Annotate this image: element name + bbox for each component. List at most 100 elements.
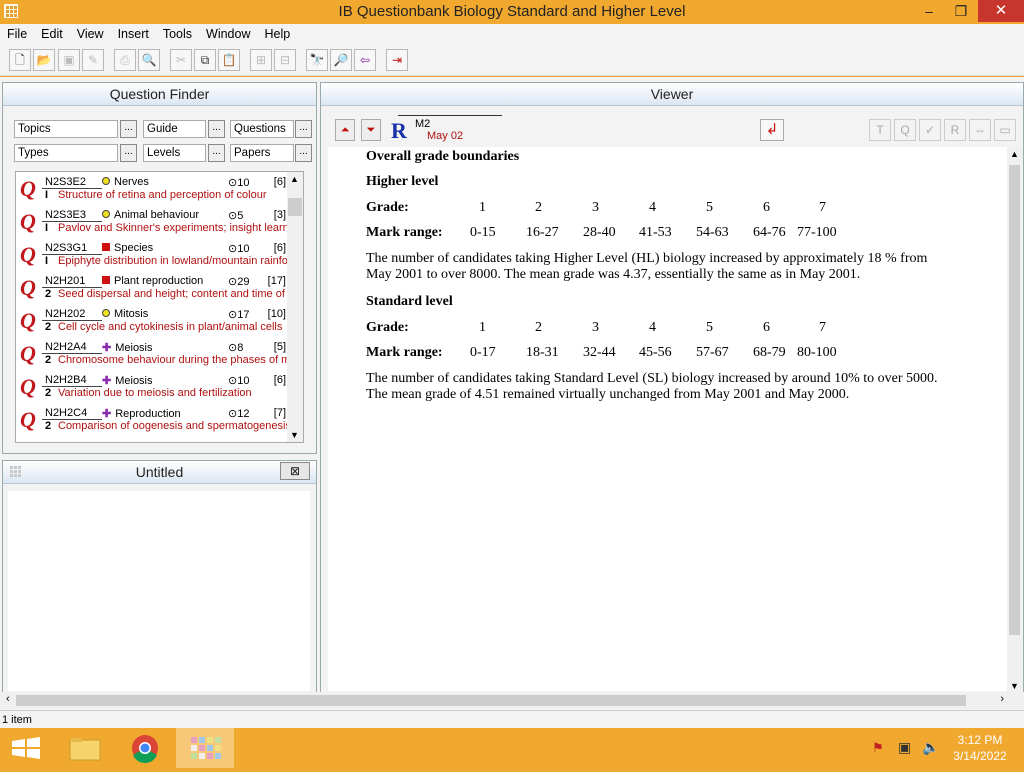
scroll-left-icon[interactable]: ‹ (6, 693, 10, 705)
questions-browse-button[interactable]: ... (295, 120, 312, 138)
range-cell: 0-15 (470, 225, 496, 240)
question-time: ⊙10 (228, 375, 250, 387)
menu-file[interactable]: File (0, 24, 34, 44)
back-arrow-icon[interactable]: ⇦ (354, 49, 376, 71)
open-icon[interactable]: 📂 (33, 49, 55, 71)
grade-cell: 5 (706, 320, 713, 335)
scroll-up-icon[interactable]: ▲ (290, 174, 299, 184)
question-marks: [3] (273, 209, 286, 221)
horizontal-scrollbar[interactable]: ‹ › (0, 692, 1024, 709)
types-browse-button[interactable]: ... (120, 144, 137, 162)
guide-browse-button[interactable]: ... (208, 120, 225, 138)
untitled-title-bar: Untitled ⊠ (3, 461, 316, 484)
list-item[interactable]: Q N2H2A4 ✚ Meiosis ⊙8 [5] 2 Chromosome behaviou… (16, 339, 288, 372)
scroll-thumb[interactable] (288, 198, 302, 216)
topics-browse-button[interactable]: ... (120, 120, 137, 138)
menu-view[interactable]: View (70, 24, 111, 44)
scroll-down-icon[interactable]: ▼ (290, 430, 299, 440)
close-button[interactable]: ✕ (978, 0, 1024, 22)
next-down-icon[interactable]: ⏷ (361, 119, 381, 141)
menu-insert[interactable]: Insert (111, 24, 156, 44)
topic-label: Plant reproduction (114, 275, 204, 287)
toolbar: 🗋 📂 ▣ ✎ ⎙ 🔍 ✂ ⧉ 📋 ⊞ ⊟ 🔭 🔎 ⇦ ⇥ (0, 44, 1024, 76)
new-icon[interactable]: 🗋 (9, 49, 31, 71)
viewer-scroll-up-icon[interactable]: ▲ (1010, 149, 1019, 159)
resize-icon[interactable]: ⇔ (969, 119, 991, 141)
start-button[interactable] (0, 728, 58, 768)
clock-time[interactable]: 3:12 PM (946, 733, 1014, 747)
papers-browse-button[interactable]: ... (295, 144, 312, 162)
list-item[interactable]: Q N2H201 Plant reproduction ⊙29 [17] 2 Seed di… (16, 273, 288, 306)
paste-icon[interactable]: 📋 (218, 49, 240, 71)
viewer-scrollbar[interactable]: ▲ ▼ (1007, 147, 1022, 693)
topic-label: Animal behaviour (114, 209, 199, 221)
topics-filter[interactable]: Topics (14, 120, 118, 138)
restore-button[interactable]: ❐ (946, 0, 976, 22)
viewer-scroll-thumb[interactable] (1009, 165, 1020, 635)
network-icon[interactable]: ▣ (898, 739, 911, 756)
text-format-icon[interactable]: T (869, 119, 891, 141)
file-explorer-button[interactable] (58, 728, 116, 768)
report-icon[interactable]: R (944, 119, 966, 141)
question-list-scrollbar[interactable]: ▲ ▼ (287, 172, 303, 442)
menu-edit[interactable]: Edit (34, 24, 70, 44)
chrome-button[interactable] (116, 728, 174, 768)
menu-window[interactable]: Window (199, 24, 257, 44)
viewer-scroll-down-icon[interactable]: ▼ (1010, 681, 1019, 691)
save-as-icon[interactable]: ✎ (82, 49, 104, 71)
horizontal-scroll-thumb[interactable] (16, 695, 966, 706)
circle-marker-icon (102, 309, 110, 317)
exit-icon[interactable]: ⇥ (386, 49, 408, 71)
window-icon[interactable]: ▭ (994, 119, 1016, 141)
question-topic: ✚ Meiosis (102, 341, 153, 354)
question-description: Chromosome behaviour during the phases o… (58, 354, 288, 366)
status-bar: 1 item (0, 710, 1024, 728)
range-cell: 32-44 (583, 345, 616, 360)
menu-tools[interactable]: Tools (156, 24, 199, 44)
levels-filter[interactable]: Levels (143, 144, 206, 162)
questions-filter[interactable]: Questions (230, 120, 294, 138)
zoom-icon[interactable]: 🔎 (330, 49, 352, 71)
papers-filter[interactable]: Papers (230, 144, 294, 162)
scroll-right-icon[interactable]: › (1000, 693, 1004, 705)
untitled-close-icon[interactable]: ⊠ (280, 462, 310, 480)
add-to-list-icon[interactable]: ⊞ (250, 49, 272, 71)
find-icon[interactable]: 🔭 (306, 49, 328, 71)
print-icon[interactable]: ⎙ (114, 49, 136, 71)
list-item[interactable]: Q N2S3E2 Nerves ⊙10 [6] I Structure of retina … (16, 174, 288, 207)
flag-icon[interactable]: ⚑ (872, 740, 884, 756)
return-icon[interactable]: ↲ (760, 119, 784, 141)
question-description: Pavlov and Skinner's experiments; insigh… (58, 222, 288, 234)
previous-up-icon[interactable]: ⏶ (335, 119, 355, 141)
list-item[interactable]: Q N2H2C4 ✚ Reproduction ⊙12 [7] 2 Comparison of… (16, 405, 288, 438)
print-preview-icon[interactable]: 🔍 (138, 49, 160, 71)
volume-icon[interactable]: 🔈 (922, 739, 939, 756)
list-item[interactable]: Q N2S3G1 Species ⊙10 [6] I Epiphyte distributi… (16, 240, 288, 273)
question-topic: Mitosis (102, 308, 148, 320)
list-item[interactable]: Q N2H202 Mitosis ⊙17 [10] 2 Cell cycle and cyt… (16, 306, 288, 339)
save-icon[interactable]: ▣ (58, 49, 80, 71)
taskbar: ⚑ ▣ 🔈 3:12 PM 3/14/2022 (0, 728, 1024, 768)
q-icon[interactable]: Q (894, 119, 916, 141)
list-item[interactable]: Q N2H2B4 ✚ Meiosis ⊙10 [6] 2 Variation due to m… (16, 372, 288, 405)
guide-filter[interactable]: Guide (143, 120, 206, 138)
question-finder-panel: Question Finder Topics ... Guide ... Que… (2, 82, 317, 454)
hl-range-label: Mark range: (366, 225, 443, 240)
types-filter[interactable]: Types (14, 144, 118, 162)
grade-cell: 3 (592, 200, 599, 215)
remove-from-list-icon[interactable]: ⊟ (274, 49, 296, 71)
question-marks: [17] (267, 275, 286, 287)
hl-heading: Higher level (366, 174, 439, 189)
untitled-panel: Untitled ⊠ (2, 460, 317, 694)
levels-browse-button[interactable]: ... (208, 144, 225, 162)
menu-help[interactable]: Help (258, 24, 298, 44)
copy-icon[interactable]: ⧉ (194, 49, 216, 71)
minimize-button[interactable]: – (914, 0, 944, 22)
list-item[interactable]: Q N2S3E3 Animal behaviour ⊙5 [3] I Pavlov and … (16, 207, 288, 240)
cut-icon[interactable]: ✂ (170, 49, 192, 71)
questionbank-taskbar-button[interactable] (176, 728, 234, 768)
circle-marker-icon (102, 210, 110, 218)
clock-date[interactable]: 3/14/2022 (946, 749, 1014, 763)
question-description: Variation due to meiosis and fertilizati… (58, 387, 252, 399)
check-icon[interactable]: ✓ (919, 119, 941, 141)
